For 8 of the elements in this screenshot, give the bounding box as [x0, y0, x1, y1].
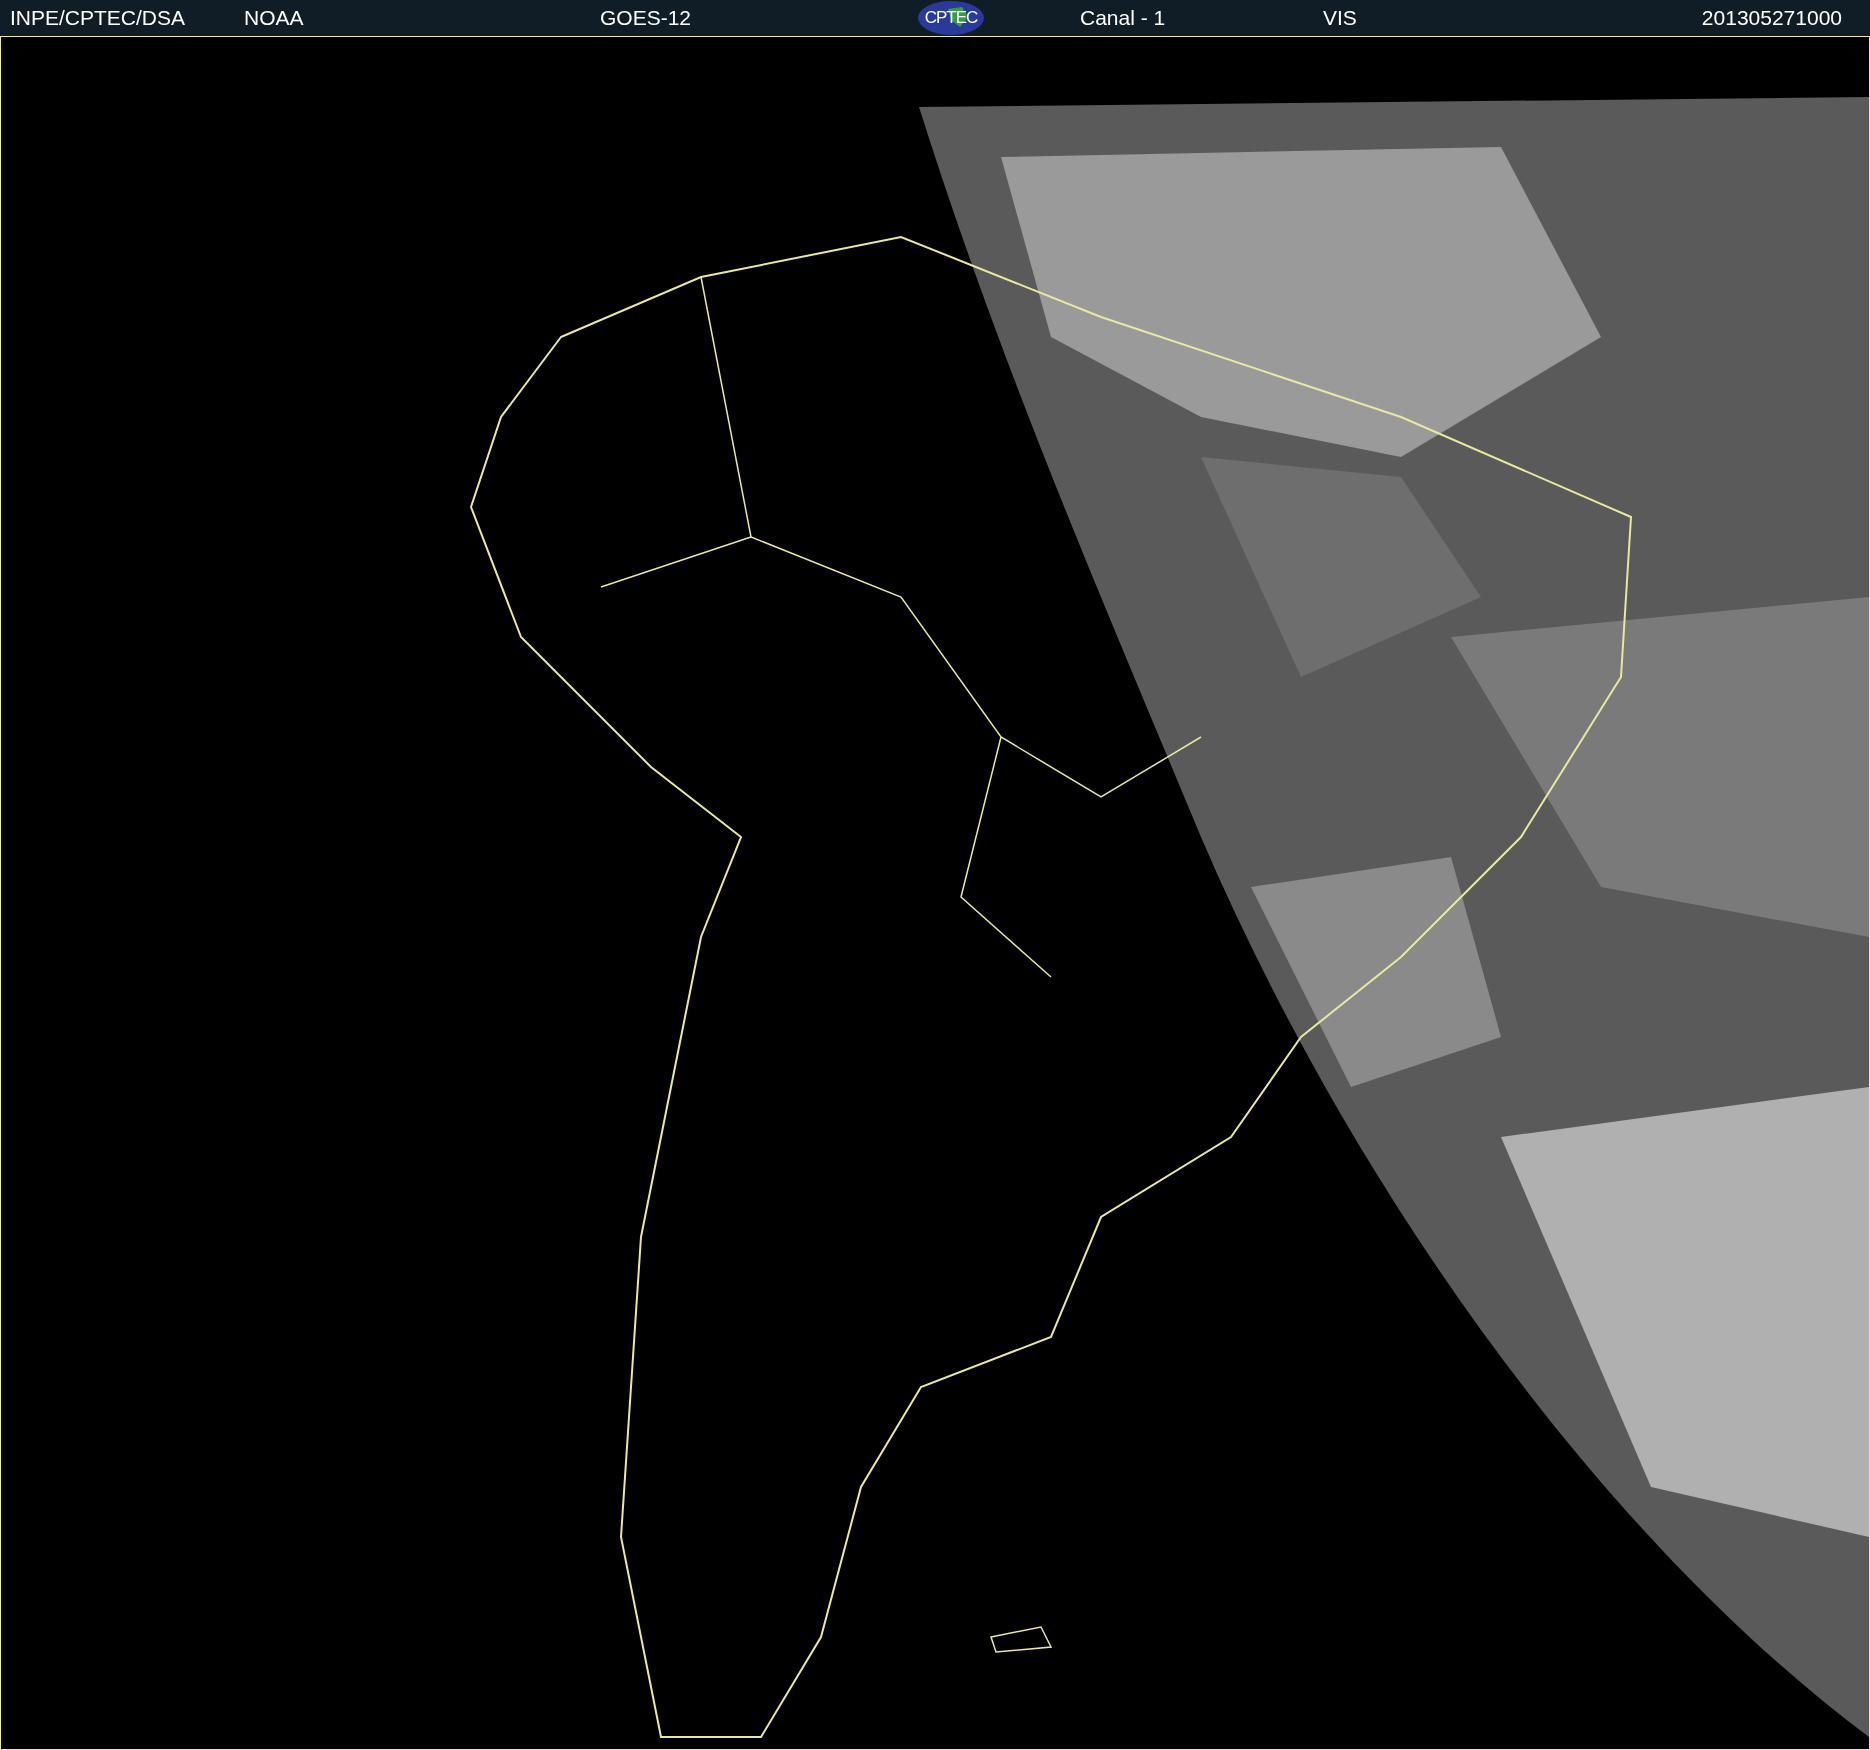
globe-icon: [917, 1, 985, 35]
header-label: Canal - 1: [1080, 6, 1166, 30]
header-label: INPE/CPTEC/DSA: [10, 6, 186, 30]
logo-text: CPTEC: [924, 8, 978, 28]
header-label: GOES-12: [600, 6, 692, 30]
header-label: 201305271000: [1701, 6, 1842, 30]
header-label: VIS: [1323, 6, 1357, 30]
header-label: NOAA: [244, 6, 304, 30]
